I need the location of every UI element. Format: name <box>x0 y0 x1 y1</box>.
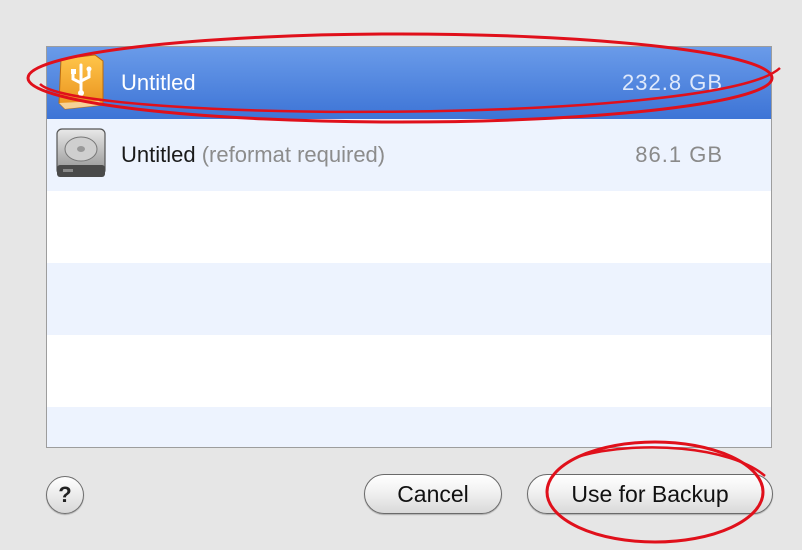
disk-row-untitled-usb[interactable]: Untitled 232.8 GB <box>47 47 771 119</box>
cancel-button[interactable]: Cancel <box>364 474 502 514</box>
help-button[interactable]: ? <box>46 476 84 514</box>
empty-row <box>47 335 771 407</box>
disk-name: Untitled <box>121 70 196 96</box>
disk-name-text: Untitled <box>121 70 196 95</box>
empty-row <box>47 407 771 447</box>
disk-hint: (reformat required) <box>201 142 386 167</box>
disk-name: Untitled (reformat required) <box>121 142 385 168</box>
hard-drive-icon <box>53 125 109 183</box>
disk-size: 86.1 GB <box>635 142 723 167</box>
empty-row <box>47 263 771 335</box>
usb-drive-icon <box>55 51 107 111</box>
use-for-backup-button[interactable]: Use for Backup <box>527 474 773 514</box>
disk-size: 232.8 GB <box>622 70 723 95</box>
disk-list[interactable]: Untitled 232.8 GB Untitled (reformat req… <box>46 46 772 448</box>
backup-disk-dialog: Untitled 232.8 GB Untitled (reformat req… <box>0 0 802 550</box>
disk-name-text: Untitled <box>121 142 196 167</box>
empty-row <box>47 191 771 263</box>
disk-row-untitled-hd[interactable]: Untitled (reformat required) 86.1 GB <box>47 119 771 191</box>
